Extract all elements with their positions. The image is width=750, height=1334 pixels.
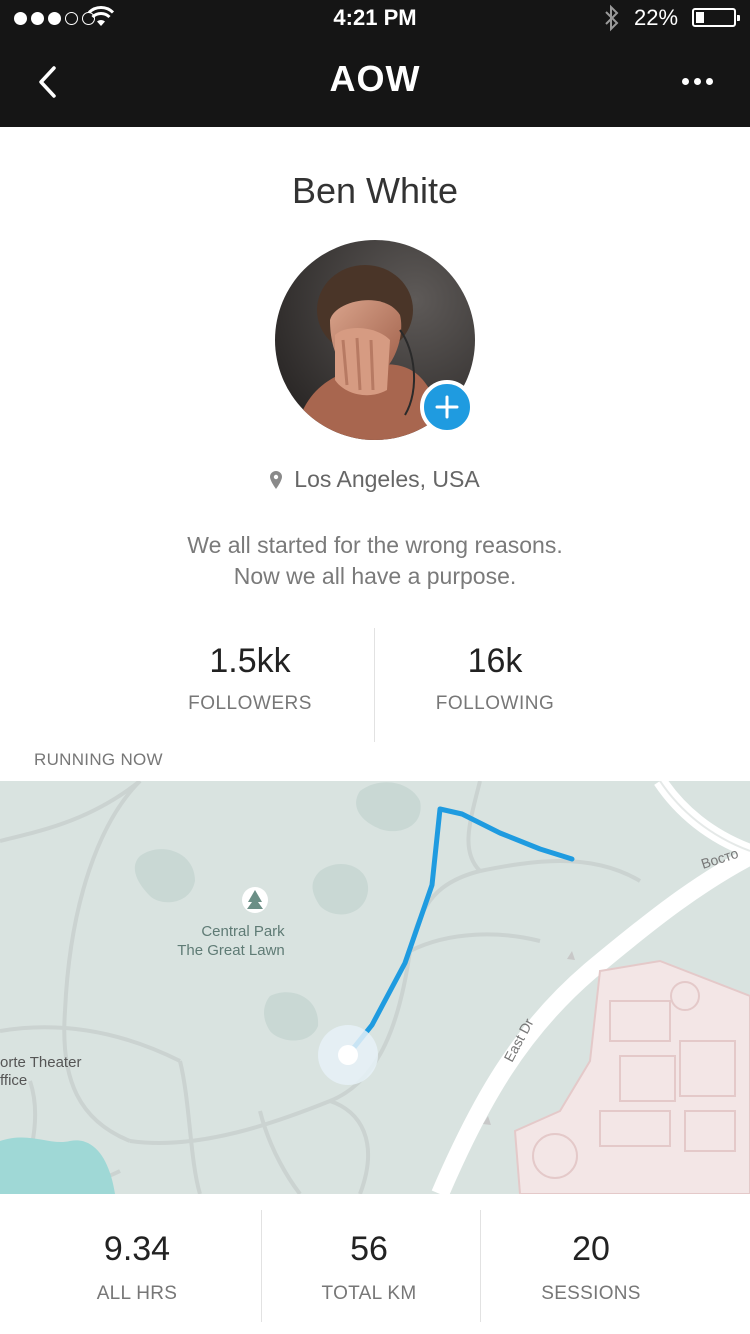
plus-icon — [435, 395, 459, 419]
map-label-theater: orte Theater — [0, 1054, 81, 1071]
bio: We all started for the wrong reasons. No… — [0, 530, 750, 592]
total-km-stat: 56 TOTAL KM — [262, 1230, 476, 1305]
tree-icon — [242, 887, 268, 913]
following-label: FOLLOWING — [435, 693, 555, 714]
running-now-label: RUNNING NOW — [34, 750, 163, 769]
nav-bar: AOW — [0, 40, 750, 127]
divider — [480, 1210, 481, 1322]
followers-stat[interactable]: 1.5kk FOLLOWERS — [125, 642, 375, 715]
all-hrs-stat: 9.34 ALL HRS — [32, 1230, 242, 1305]
profile-name: Ben White — [291, 170, 459, 211]
location: Los Angeles, USA — [0, 466, 750, 493]
map-pin-icon — [270, 470, 283, 489]
route-map[interactable]: Central Park The Great Lawn orte Theater… — [0, 781, 750, 1194]
follow-stats: 1.5kk FOLLOWERS 16k FOLLOWING — [125, 628, 625, 742]
add-follow-button[interactable] — [420, 380, 474, 434]
total-km-label: TOTAL KM — [321, 1283, 417, 1304]
following-count: 16k — [467, 642, 523, 680]
battery-icon — [692, 8, 740, 27]
more-horizontal-icon[interactable] — [682, 78, 713, 85]
status-bar: 4:21 PM 22% — [0, 0, 750, 40]
map-label-office: ffice — [0, 1072, 27, 1089]
following-stat[interactable]: 16k FOLLOWING — [370, 642, 620, 715]
sessions-label: SESSIONS — [541, 1283, 641, 1304]
current-position-dot — [338, 1045, 358, 1065]
battery-percent: 22% — [634, 5, 679, 30]
map-poi-central-park: Central Park — [201, 923, 285, 940]
location-text: Los Angeles, USA — [294, 466, 480, 492]
bio-line-1: We all started for the wrong reasons. — [187, 532, 563, 558]
total-km-value: 56 — [350, 1230, 388, 1268]
activity-summary: 9.34 ALL HRS 56 TOTAL KM 20 SESSIONS — [0, 1194, 750, 1334]
followers-count: 1.5kk — [209, 642, 291, 680]
bio-line-2: Now we all have a purpose. — [233, 563, 517, 589]
all-hrs-value: 9.34 — [103, 1230, 171, 1268]
sessions-stat: 20 SESSIONS — [484, 1230, 698, 1305]
avatar-container — [275, 240, 475, 440]
bluetooth-icon — [605, 4, 619, 32]
sessions-value: 20 — [572, 1230, 610, 1268]
all-hrs-label: ALL HRS — [96, 1283, 178, 1304]
followers-label: FOLLOWERS — [188, 693, 312, 714]
app-title: AOW — [329, 58, 421, 99]
map-poi-great-lawn: The Great Lawn — [177, 942, 285, 959]
